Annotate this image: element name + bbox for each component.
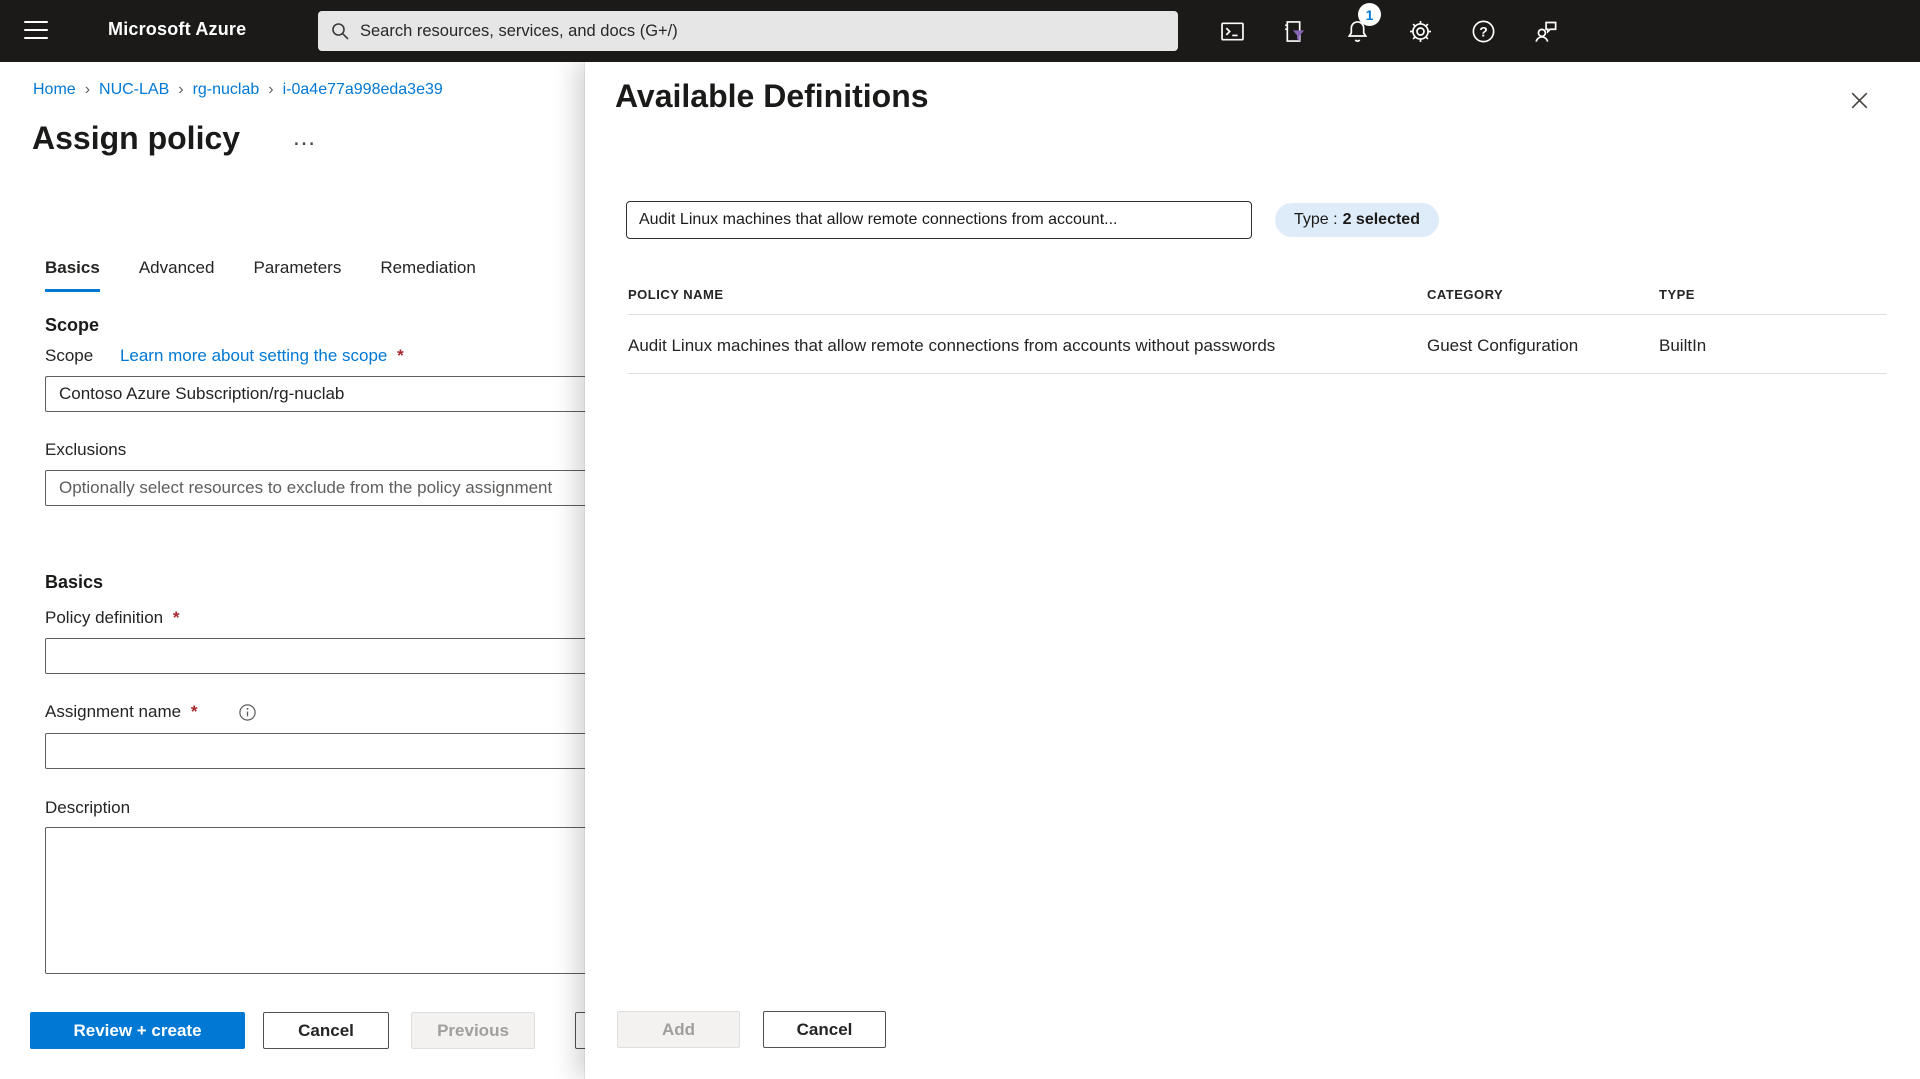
assignment-name-info-button[interactable] xyxy=(238,703,257,727)
panel-close-button[interactable] xyxy=(1843,84,1875,116)
info-icon xyxy=(238,703,257,722)
breadcrumb-rg-nuclab[interactable]: rg-nuclab xyxy=(193,81,260,98)
breadcrumb-vm-instance[interactable]: i-0a4e77a998eda3e39 xyxy=(283,81,443,98)
scope-section-heading: Scope xyxy=(45,315,99,336)
definition-search-input[interactable] xyxy=(626,201,1252,239)
settings-button[interactable] xyxy=(1400,11,1440,51)
cloud-shell-button[interactable] xyxy=(1212,11,1252,51)
cloud-shell-icon xyxy=(1219,18,1246,45)
exclusions-label: Exclusions xyxy=(45,440,126,460)
tab-remediation[interactable]: Remediation xyxy=(380,258,475,292)
global-search-input[interactable] xyxy=(360,22,1166,41)
global-search-bar[interactable] xyxy=(318,11,1178,51)
table-header-row: POLICY NAME CATEGORY TYPE xyxy=(628,287,1887,315)
required-asterisk: * xyxy=(191,702,198,721)
feedback-icon xyxy=(1532,18,1559,45)
product-name[interactable]: Microsoft Azure xyxy=(108,19,246,40)
filter-pill-value: 2 selected xyxy=(1343,211,1420,229)
add-button[interactable]: Add xyxy=(617,1011,740,1048)
column-type: TYPE xyxy=(1659,287,1887,302)
cell-policy-name: Audit Linux machines that allow remote c… xyxy=(628,336,1427,356)
assignment-name-label: Assignment name * xyxy=(45,702,197,722)
cell-category: Guest Configuration xyxy=(1427,336,1659,356)
tab-bar: Basics Advanced Parameters Remediation xyxy=(45,258,476,292)
close-icon xyxy=(1847,88,1872,113)
policy-definition-label: Policy definition * xyxy=(45,608,179,628)
azure-top-bar: Microsoft Azure 1 xyxy=(0,0,1920,62)
panel-cancel-button[interactable]: Cancel xyxy=(763,1011,886,1048)
available-definitions-panel: Available Definitions Type : 2 selected … xyxy=(585,62,1920,1079)
scope-learn-more-link[interactable]: Learn more about setting the scope xyxy=(120,346,387,365)
breadcrumb-nuc-lab[interactable]: NUC-LAB xyxy=(99,81,169,98)
directory-filter-icon xyxy=(1280,18,1307,45)
column-policy-name: POLICY NAME xyxy=(628,287,1427,302)
panel-title: Available Definitions xyxy=(615,78,929,115)
breadcrumb-separator: › xyxy=(85,81,90,98)
previous-button[interactable]: Previous xyxy=(411,1012,535,1049)
column-category: CATEGORY xyxy=(1427,287,1659,302)
breadcrumb-separator: › xyxy=(268,81,273,98)
cell-type: BuiltIn xyxy=(1659,336,1887,356)
more-options-button[interactable]: … xyxy=(292,128,318,148)
type-filter-pill[interactable]: Type : 2 selected xyxy=(1275,203,1439,237)
filter-pill-prefix: Type : xyxy=(1294,211,1338,229)
basics-section-heading: Basics xyxy=(45,572,103,593)
page-title: Assign policy xyxy=(32,120,240,157)
scope-field-label: Scope Learn more about setting the scope… xyxy=(45,346,404,366)
breadcrumb-separator: › xyxy=(178,81,183,98)
feedback-button[interactable] xyxy=(1525,11,1565,51)
help-icon: ? xyxy=(1470,18,1497,45)
tab-basics[interactable]: Basics xyxy=(45,258,100,292)
tab-parameters[interactable]: Parameters xyxy=(253,258,341,292)
breadcrumb: Home › NUC-LAB › rg-nuclab › i-0a4e77a998eda3e… xyxy=(33,81,443,99)
tab-advanced[interactable]: Advanced xyxy=(139,258,215,292)
review-create-button[interactable]: Review + create xyxy=(30,1012,245,1049)
definitions-table: POLICY NAME CATEGORY TYPE Audit Linux ma… xyxy=(628,287,1887,374)
notification-count-badge[interactable]: 1 xyxy=(1358,3,1381,26)
table-row[interactable]: Audit Linux machines that allow remote c… xyxy=(628,315,1887,374)
breadcrumb-home[interactable]: Home xyxy=(33,81,76,98)
svg-text:?: ? xyxy=(1479,23,1488,39)
description-label: Description xyxy=(45,798,130,818)
search-icon xyxy=(330,21,350,41)
required-asterisk: * xyxy=(397,346,404,365)
help-button[interactable]: ? xyxy=(1463,11,1503,51)
cancel-button[interactable]: Cancel xyxy=(263,1012,389,1049)
settings-gear-icon xyxy=(1407,18,1434,45)
directory-filter-button[interactable] xyxy=(1273,11,1313,51)
hamburger-menu-icon[interactable] xyxy=(24,21,50,41)
required-asterisk: * xyxy=(173,608,180,627)
